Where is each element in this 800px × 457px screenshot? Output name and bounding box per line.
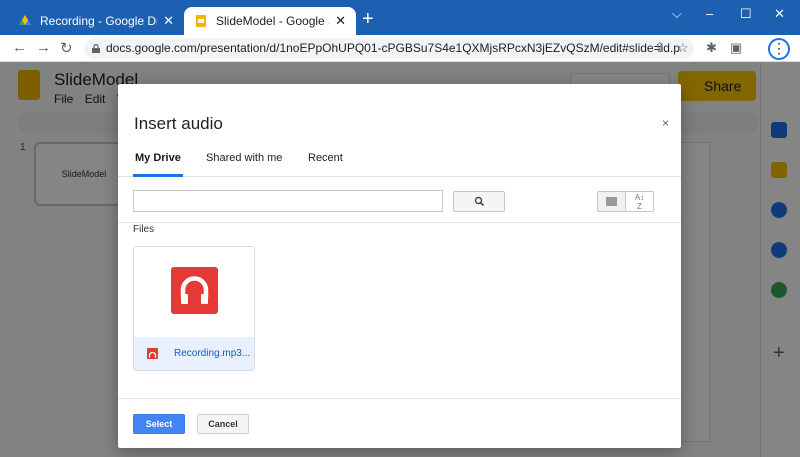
new-tab-button[interactable]: + (362, 9, 374, 29)
reload-icon[interactable]: ↻ (60, 39, 73, 57)
google-slides-icon (196, 15, 206, 27)
list-view-icon (606, 197, 617, 206)
file-card-footer: Recording.mp3... (134, 337, 254, 370)
url-text: docs.google.com/presentation/d/1noEPpOhU… (106, 41, 680, 55)
google-drive-icon (19, 15, 31, 25)
tab-recent[interactable]: Recent (308, 152, 343, 177)
search-input[interactable] (133, 190, 443, 212)
audio-type-icon (147, 348, 158, 359)
maximize-icon[interactable]: ☐ (740, 6, 752, 22)
file-card[interactable]: Recording.mp3... (133, 246, 255, 371)
back-arrow-icon[interactable]: ← (12, 39, 27, 56)
divider (118, 222, 681, 223)
share-page-icon[interactable]: ⇪ (654, 40, 665, 56)
tab-title: Recording - Google Drive (40, 14, 157, 28)
bookmark-star-icon[interactable]: ☆ (677, 40, 689, 56)
audio-file-icon (171, 267, 218, 314)
forward-arrow-icon[interactable]: → (36, 39, 51, 56)
lock-icon (92, 44, 100, 53)
tab-slidemodel-slides[interactable]: SlideModel - Google Slides ✕ (184, 7, 356, 35)
tab-recording-drive[interactable]: Recording - Google Drive ✕ (8, 7, 184, 35)
chevron-down-icon[interactable]: ⌵ (672, 6, 682, 22)
footer-divider (118, 398, 681, 399)
window-close-icon[interactable]: ✕ (774, 6, 785, 22)
file-name: Recording.mp3... (174, 348, 251, 359)
files-section-label: Files (133, 224, 155, 235)
search-button[interactable] (453, 191, 505, 212)
extensions-icon[interactable]: ✱ (706, 40, 717, 56)
tab-shared-with-me[interactable]: Shared with me (206, 152, 282, 177)
close-icon[interactable]: × (662, 116, 669, 130)
tab-close-icon[interactable]: ✕ (163, 13, 174, 29)
minimize-icon[interactable]: – (706, 6, 713, 21)
list-view-button[interactable] (597, 191, 626, 212)
cancel-button[interactable]: Cancel (197, 414, 249, 434)
browser-tab-strip: Recording - Google Drive ✕ SlideModel - … (0, 0, 800, 35)
sort-button[interactable]: A↕ Z (626, 191, 654, 212)
dialog-title: Insert audio (134, 114, 223, 133)
url-bar[interactable]: docs.google.com/presentation/d/1noEPpOhU… (84, 38, 694, 59)
search-icon (474, 196, 485, 207)
browser-menu-icon[interactable]: ⋮ (768, 38, 790, 60)
file-preview (134, 247, 254, 337)
tab-my-drive[interactable]: My Drive (133, 152, 183, 177)
tab-title: SlideModel - Google Slides (216, 14, 329, 28)
insert-audio-dialog: Insert audio × My Drive Shared with me R… (118, 84, 681, 448)
tab-close-icon[interactable]: ✕ (335, 13, 346, 29)
dialog-tabs: My Drive Shared with me Recent (118, 144, 681, 177)
select-button[interactable]: Select (133, 414, 185, 434)
sort-az-icon: A↕ Z (634, 193, 645, 211)
address-bar-row: ← → ↻ docs.google.com/presentation/d/1no… (0, 35, 800, 62)
side-panel-icon[interactable]: ▣ (730, 40, 742, 56)
